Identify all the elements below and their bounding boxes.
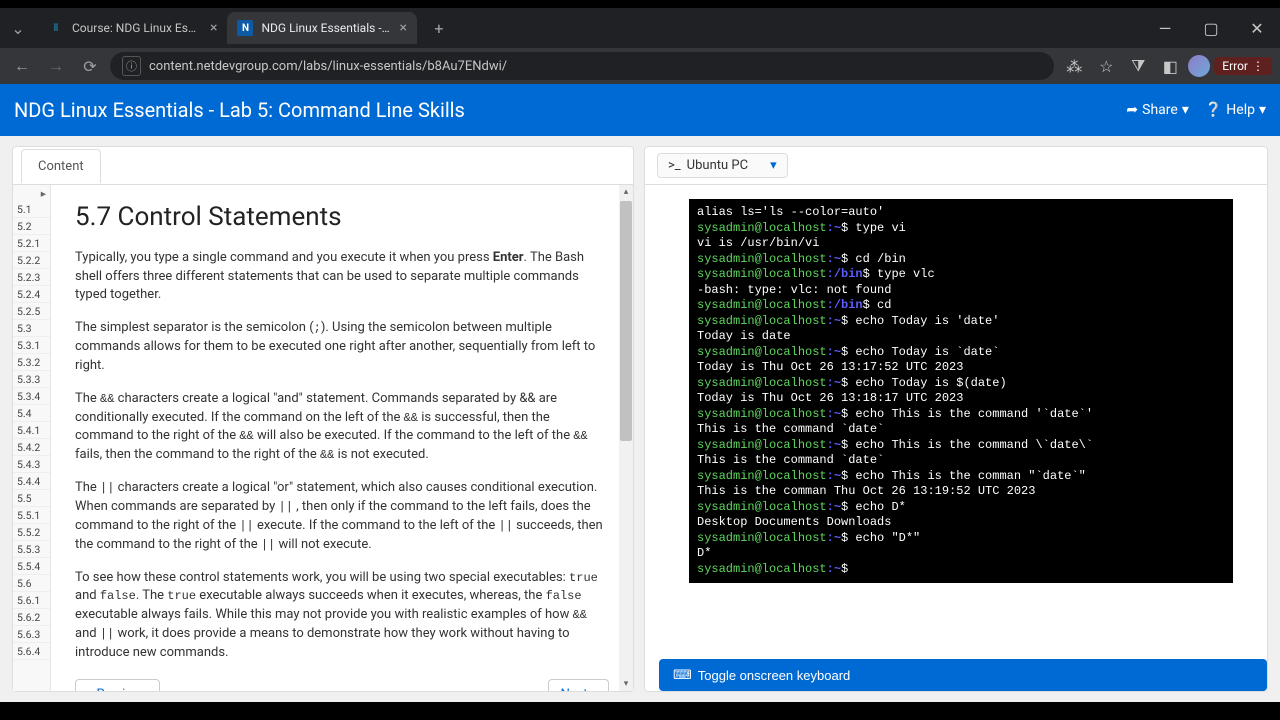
menu-icon: ⋮ xyxy=(1252,59,1264,73)
tab-content[interactable]: Content xyxy=(21,149,101,183)
content-panel: Content ▸ 5.15.25.2.15.2.25.2.35.2.45.2.… xyxy=(12,146,634,692)
address-bar[interactable]: ⓘ content.netdevgroup.com/labs/linux-ess… xyxy=(110,52,1054,80)
close-icon[interactable]: × xyxy=(399,20,406,36)
toc-item[interactable]: 5.2.5 xyxy=(13,303,50,320)
share-icon: ➦ xyxy=(1126,102,1138,118)
close-icon[interactable]: × xyxy=(210,20,217,36)
toc-item[interactable]: 5.4 xyxy=(13,405,50,422)
toc-item[interactable]: 5.2.1 xyxy=(13,235,50,252)
toc-item[interactable]: 5.1 xyxy=(13,201,50,218)
error-chip[interactable]: Error⋮ xyxy=(1214,57,1272,75)
page-header: NDG Linux Essentials - Lab 5: Command Li… xyxy=(0,84,1280,136)
toc-item[interactable]: 5.3.2 xyxy=(13,354,50,371)
toc-item[interactable]: 5.4.1 xyxy=(13,422,50,439)
toc-item[interactable]: 5.5.2 xyxy=(13,524,50,541)
chevron-left-icon: ◂ xyxy=(88,686,95,691)
previous-button[interactable]: ◂Previous xyxy=(75,679,160,691)
tab-search-dropdown[interactable]: ⌄ xyxy=(8,18,28,38)
toc-expand-icon[interactable]: ▸ xyxy=(13,185,50,201)
vm-selector[interactable]: >_ Ubuntu PC ▾ xyxy=(657,153,788,178)
toc-item[interactable]: 5.6 xyxy=(13,575,50,592)
chevron-down-icon: ▾ xyxy=(770,158,777,173)
scroll-down-icon[interactable]: ▾ xyxy=(619,677,633,691)
bookmark-icon[interactable]: ☆ xyxy=(1092,52,1120,80)
toc-item[interactable]: 5.2.4 xyxy=(13,286,50,303)
toc-item[interactable]: 5.3.4 xyxy=(13,388,50,405)
back-button[interactable]: ← xyxy=(8,52,36,80)
toc-item[interactable]: 5.4.4 xyxy=(13,473,50,490)
site-info-icon[interactable]: ⓘ xyxy=(122,56,141,76)
paragraph: To see how these control statements work… xyxy=(75,569,609,663)
article-body[interactable]: 5.7 Control Statements Typically, you ty… xyxy=(51,185,633,691)
browser-tab-1[interactable]: ⫴ Course: NDG Linux Essentials (E × xyxy=(38,12,227,44)
vm-panel: >_ Ubuntu PC ▾ alias ls='ls --color=auto… xyxy=(644,146,1268,692)
terminal-output[interactable]: alias ls='ls --color=auto' sysadmin@loca… xyxy=(689,199,1233,583)
toc-item[interactable]: 5.3.1 xyxy=(13,337,50,354)
toc-item[interactable]: 5.2 xyxy=(13,218,50,235)
help-button[interactable]: ❔ Help ▾ xyxy=(1205,102,1266,118)
maximize-button[interactable]: ▢ xyxy=(1188,8,1234,48)
chevron-down-icon: ▾ xyxy=(1182,102,1189,118)
browser-tab-2[interactable]: N NDG Linux Essentials - Lab 5: C × xyxy=(227,12,416,44)
toc-item[interactable]: 5.2.2 xyxy=(13,252,50,269)
toc-sidebar[interactable]: ▸ 5.15.25.2.15.2.25.2.35.2.45.2.55.35.3.… xyxy=(13,185,51,691)
paragraph: The || characters create a logical "or" … xyxy=(75,479,609,554)
paragraph: The && characters create a logical "and"… xyxy=(75,390,609,465)
browser-tab-bar: ⌄ ⫴ Course: NDG Linux Essentials (E × N … xyxy=(0,8,1280,48)
profile-avatar[interactable] xyxy=(1188,55,1210,77)
toc-item[interactable]: 5.5 xyxy=(13,490,50,507)
toc-item[interactable]: 5.2.3 xyxy=(13,269,50,286)
toc-item[interactable]: 5.5.1 xyxy=(13,507,50,524)
keyboard-icon: ⌨ xyxy=(673,667,692,683)
new-tab-button[interactable]: + xyxy=(425,14,453,42)
toc-item[interactable]: 5.5.4 xyxy=(13,558,50,575)
toc-item[interactable]: 5.4.2 xyxy=(13,439,50,456)
favicon-ndg-icon: N xyxy=(237,20,253,36)
close-window-button[interactable]: ✕ xyxy=(1234,8,1280,48)
scroll-thumb[interactable] xyxy=(620,201,632,441)
toc-item[interactable]: 5.6.4 xyxy=(13,643,50,660)
toc-item[interactable]: 5.6.3 xyxy=(13,626,50,643)
next-button[interactable]: Next▸ xyxy=(548,679,609,691)
paragraph: The simplest separator is the semicolon … xyxy=(75,319,609,376)
toc-item[interactable]: 5.6.2 xyxy=(13,609,50,626)
toc-item[interactable]: 5.6.1 xyxy=(13,592,50,609)
paragraph: Typically, you type a single command and… xyxy=(75,249,609,306)
terminal-icon: >_ xyxy=(668,158,681,173)
scroll-up-icon[interactable]: ▴ xyxy=(619,185,633,199)
toc-item[interactable]: 5.3 xyxy=(13,320,50,337)
extensions-icon[interactable]: ⧩ xyxy=(1124,52,1152,80)
url-text: content.netdevgroup.com/labs/linux-essen… xyxy=(149,59,507,74)
tab-title: NDG Linux Essentials - Lab 5: C xyxy=(261,21,391,35)
chevron-down-icon: ▾ xyxy=(1259,102,1266,118)
browser-navbar: ← → ⟳ ⓘ content.netdevgroup.com/labs/lin… xyxy=(0,48,1280,84)
tab-title: Course: NDG Linux Essentials (E xyxy=(72,21,202,35)
chevron-right-icon: ▸ xyxy=(589,686,596,691)
scrollbar[interactable]: ▴ ▾ xyxy=(619,185,633,691)
minimize-button[interactable]: — xyxy=(1142,8,1188,48)
forward-button[interactable]: → xyxy=(42,52,70,80)
share-button[interactable]: ➦ Share ▾ xyxy=(1126,102,1188,118)
help-icon: ❔ xyxy=(1205,102,1222,118)
translate-icon[interactable]: ⁂ xyxy=(1060,52,1088,80)
toc-item[interactable]: 5.3.3 xyxy=(13,371,50,388)
page-title: NDG Linux Essentials - Lab 5: Command Li… xyxy=(14,98,465,122)
toggle-keyboard-button[interactable]: ⌨ Toggle onscreen keyboard xyxy=(659,659,1267,691)
reload-button[interactable]: ⟳ xyxy=(76,52,104,80)
article-heading: 5.7 Control Statements xyxy=(75,199,609,237)
favicon-cisco-icon: ⫴ xyxy=(48,20,64,36)
toc-item[interactable]: 5.5.3 xyxy=(13,541,50,558)
toc-item[interactable]: 5.4.3 xyxy=(13,456,50,473)
sidepanel-icon[interactable]: ◧ xyxy=(1156,52,1184,80)
